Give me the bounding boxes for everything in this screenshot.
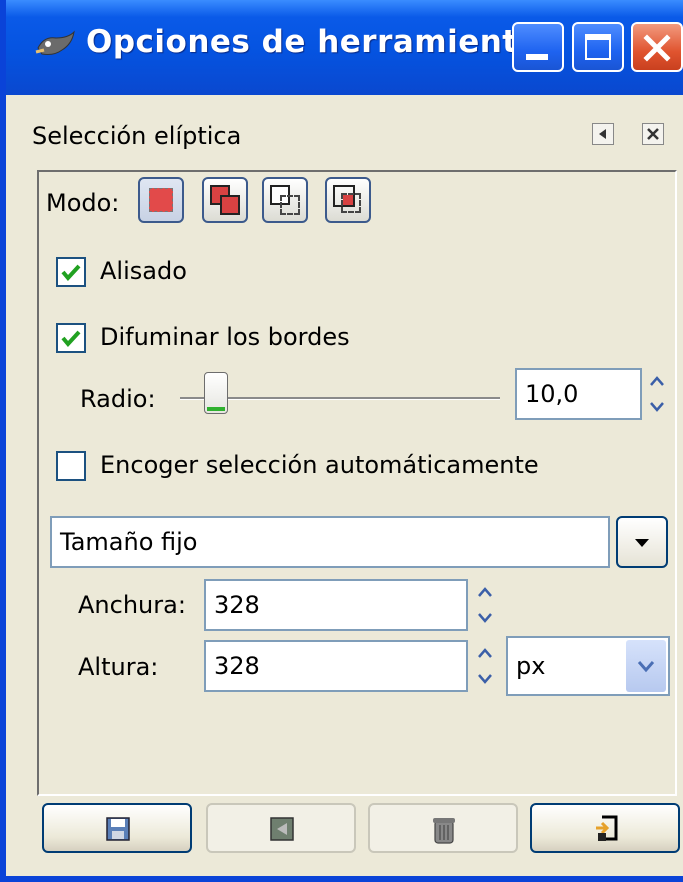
mode-subtract-button[interactable]	[262, 177, 308, 223]
fixed-mode-dropdown-button[interactable]	[616, 516, 668, 568]
checkmark-icon	[61, 264, 81, 282]
antialias-label: Alisado	[100, 257, 187, 285]
tool-options-panel: Selección elíptica Modo: Alisado Difumin…	[12, 95, 683, 876]
subtract-selection-icon-part	[280, 195, 300, 215]
radius-spinner[interactable]	[642, 368, 672, 420]
replace-selection-icon	[149, 188, 173, 212]
checkmark-icon	[61, 330, 81, 348]
reset-options-button[interactable]	[530, 803, 680, 853]
mode-label: Modo:	[46, 189, 120, 217]
radius-slider-handle[interactable]	[204, 372, 228, 414]
spin-up-icon[interactable]	[470, 579, 500, 605]
tool-options-window: Opciones de herramienta Selección elípti…	[0, 0, 683, 882]
slider-handle-grip	[207, 407, 225, 411]
feather-label: Difuminar los bordes	[100, 323, 350, 351]
width-input[interactable]: 328	[204, 579, 468, 631]
spin-up-icon[interactable]	[642, 368, 672, 394]
restore-options-button[interactable]	[206, 803, 356, 853]
feather-checkbox[interactable]	[56, 323, 86, 353]
mode-replace-button[interactable]	[138, 177, 184, 223]
width-spinner[interactable]	[470, 579, 500, 631]
height-label: Altura:	[78, 653, 159, 681]
save-icon	[106, 817, 130, 841]
spin-down-icon[interactable]	[642, 394, 672, 420]
height-spinner[interactable]	[470, 640, 500, 692]
spin-down-icon[interactable]	[470, 666, 500, 692]
minimize-icon	[526, 54, 548, 60]
minimize-button[interactable]	[512, 22, 564, 72]
triangle-left-icon	[599, 129, 606, 139]
close-icon	[647, 128, 659, 140]
save-options-button[interactable]	[42, 803, 192, 853]
auto-shrink-checkbox[interactable]	[56, 451, 86, 481]
reset-icon	[596, 815, 618, 841]
height-input[interactable]: 328	[204, 640, 468, 692]
auto-shrink-label: Encoger selección automáticamente	[100, 451, 539, 479]
window-title: Opciones de herramienta	[86, 24, 540, 60]
mode-intersect-button[interactable]	[325, 177, 371, 223]
radius-slider-track[interactable]	[180, 397, 500, 400]
panel-menu-button[interactable]	[592, 123, 614, 145]
radius-input[interactable]: 10,0	[515, 368, 642, 420]
restore-icon	[270, 817, 294, 841]
mode-add-button[interactable]	[202, 177, 248, 223]
add-selection-icon-part	[220, 195, 240, 215]
spin-down-icon[interactable]	[470, 605, 500, 631]
panel-title: Selección elíptica	[32, 122, 242, 150]
maximize-icon	[585, 34, 611, 60]
spin-up-icon[interactable]	[470, 640, 500, 666]
unit-dropdown-button[interactable]	[626, 640, 666, 692]
chevron-down-icon	[637, 661, 655, 673]
title-bar[interactable]: Opciones de herramienta	[6, 0, 683, 95]
intersect-selection-icon-fill	[343, 195, 353, 205]
trash-icon	[433, 818, 455, 844]
unit-value: px	[516, 652, 546, 680]
gimp-icon	[35, 30, 75, 55]
close-icon	[643, 34, 671, 62]
radius-label: Radio:	[80, 385, 156, 413]
panel-close-button[interactable]	[642, 123, 664, 145]
triangle-down-icon	[635, 539, 649, 547]
fixed-mode-combo[interactable]: Tamaño fijo	[50, 516, 610, 568]
close-button[interactable]	[631, 22, 683, 72]
width-label: Anchura:	[78, 591, 186, 619]
antialias-checkbox[interactable]	[56, 257, 86, 287]
maximize-button[interactable]	[572, 22, 624, 72]
delete-options-button[interactable]	[368, 803, 518, 853]
